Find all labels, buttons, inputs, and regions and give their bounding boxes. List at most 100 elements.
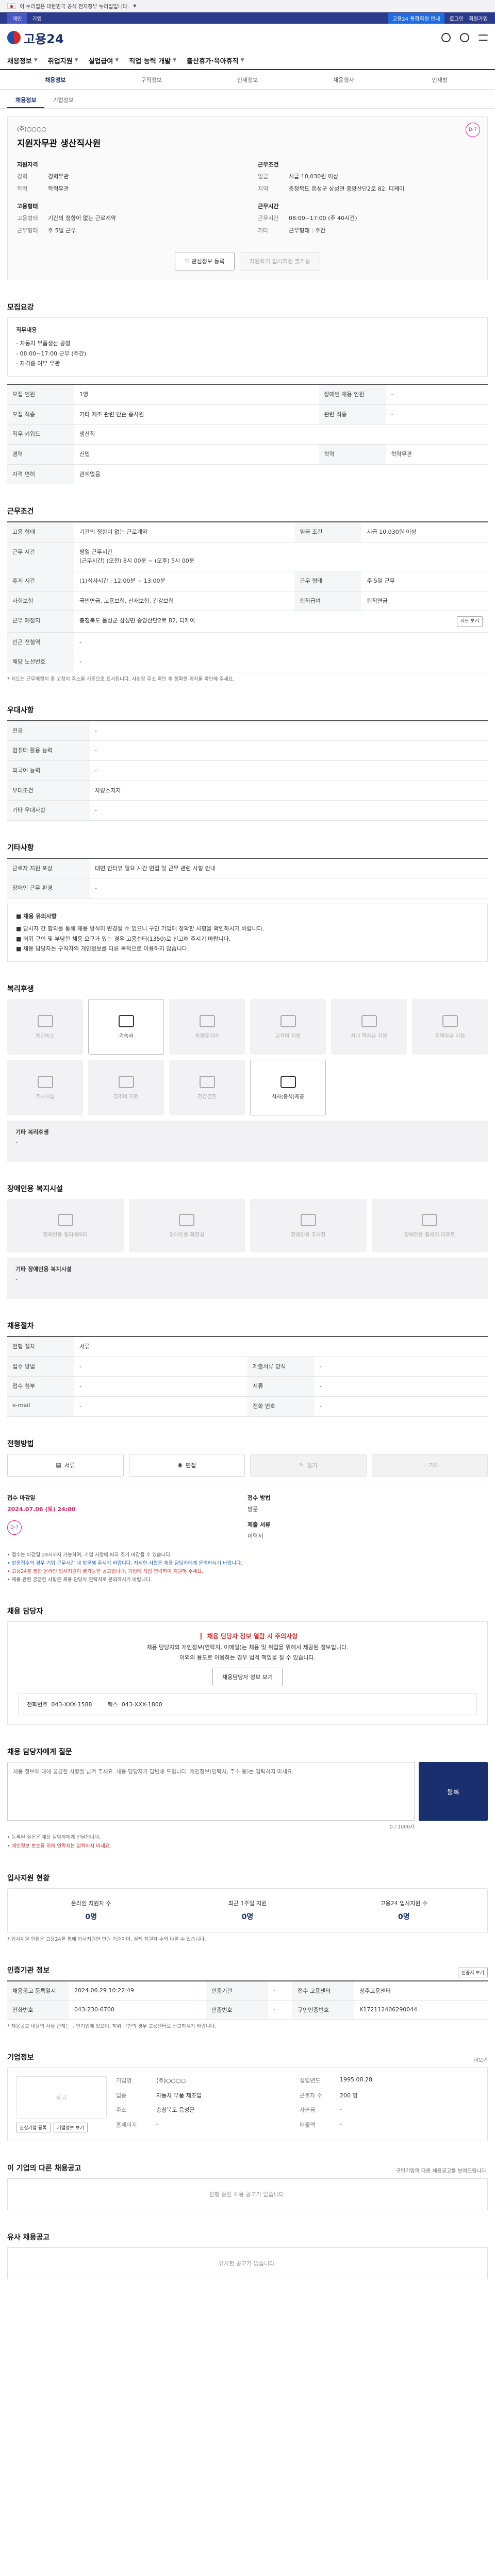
- empty-state: 진행 중인 채용 공고가 없습니다.: [7, 2178, 488, 2210]
- subnav-item-events[interactable]: 채용행사: [295, 76, 391, 84]
- status-item: 온라인 지원자 수 0명: [71, 1900, 111, 1921]
- apply-method-written: ✎ 필기: [250, 1453, 367, 1477]
- parking-icon: [300, 1213, 316, 1226]
- hours-extra-value: 근무형태 : 주간: [289, 227, 326, 234]
- auth-section: 인증기관 정보 인증서 보기 채용공고 등록일시 2024.06.29 10:22:…: [7, 1965, 488, 2030]
- dday-badge: D-7: [466, 123, 480, 137]
- job-title: 지원자무관 생산직사원: [17, 139, 101, 149]
- subnav-item-talent-room[interactable]: 인재방: [392, 76, 488, 84]
- global-nav: 채용정보 ▼ 취업지원 ▼ 실업급여 ▼ 직업 능력 개발 ▼ 출산휴가·육아휴직 ▼: [0, 52, 495, 70]
- wage-value: 시급 10,030원 이상: [289, 173, 339, 180]
- view-contact-button[interactable]: 채용담당자 정보 보기: [212, 1668, 283, 1687]
- tab-company-info[interactable]: 기업정보: [44, 93, 81, 108]
- table-row: 전공 -: [7, 720, 488, 741]
- qualifications-block: 지원자격 경력 경력무관 학력 학력무관: [17, 160, 237, 197]
- integrated-member-link[interactable]: 고용24 통합회원 안내: [388, 12, 444, 24]
- gnb-item-jobs[interactable]: 채용정보 ▼: [7, 56, 48, 65]
- taegukgi-flag-icon: [7, 3, 15, 9]
- detail-tabs: 채용정보 기업정보: [0, 90, 495, 109]
- process-section: 채용절차 전형 절차 서류 접수 방법 - 제출서류 양식 - 접수 첨부 - 서류 - e-…: [7, 1320, 488, 1417]
- benefits-table: 전공 - 컴퓨터 활용 능력 - 외국어 능력 - 우대조건 차량소지자 기타 우대사항…: [7, 720, 488, 821]
- welfare-item-parking: 주차시설: [7, 1060, 83, 1116]
- section-title: 채용절차: [7, 1322, 34, 1331]
- deadline-value: 2024.07.06 (토) 24:00: [7, 1505, 76, 1513]
- sub-nav: 채용정보 구직정보 인재정보 채용행사 인재방: [0, 70, 495, 90]
- section-title: 장애인용 복지시설: [7, 1185, 63, 1194]
- table-row: 인근 전철역 -: [7, 632, 488, 653]
- gov-banner-text: 이 누리집은 대한민국 공식 전자정부 누리집입니다.: [20, 4, 129, 10]
- car-icon: [199, 1014, 215, 1027]
- employment-block: 고용형태 고용형태 기간의 정함이 없는 근로계약 근무형태 주 5일 근무: [17, 202, 237, 239]
- subnav-item-job-info[interactable]: 채용정보: [7, 76, 103, 84]
- location-value: 충청북도 음성군 삼성면 중앙산단2로 82, 디케이: [289, 185, 405, 192]
- char-counter: 0 / 1000자: [389, 1824, 415, 1831]
- section-title: 입사지원 현황: [7, 1874, 50, 1883]
- apply-method-interview: ◉ 면접: [128, 1453, 245, 1477]
- meal-icon: [280, 1075, 296, 1088]
- welfare-section: 복리후생 통근버스 기숙사 차량유지비 교육비 지원 자녀 학자금 지원 주택자…: [7, 984, 488, 1162]
- section-title: 인증기관 정보: [7, 1966, 50, 1975]
- gnb-item-employment-support[interactable]: 취업지원 ▼: [48, 56, 89, 65]
- apply-method-document: ▤ 서류: [7, 1453, 124, 1477]
- welfare-item-house: 주택자금 지원: [412, 999, 488, 1055]
- tab-job-info[interactable]: 채용정보: [7, 93, 45, 108]
- section-title: 우대사항: [7, 706, 34, 715]
- status-section: 입사지원 현황 온라인 지원자 수 0명 최근 1주일 지원 0명 고용24 입사지…: [7, 1873, 488, 1943]
- section-title: 복리후생: [7, 985, 34, 994]
- subnav-item-talent-info[interactable]: 인재정보: [200, 76, 295, 84]
- table-row: 휴게 시간 (1)식사시간 : 12:00분 ~ 13:00분 근무 형태 주 5일 …: [7, 571, 488, 591]
- site-logo[interactable]: 고용24: [7, 29, 64, 47]
- gnb-item-parental-leave[interactable]: 출산휴가·육아휴직 ▼: [187, 56, 255, 65]
- login-link[interactable]: 로그인: [450, 14, 464, 22]
- tab-company[interactable]: 기업: [32, 14, 41, 22]
- pencil-icon: ✎: [299, 1462, 304, 1469]
- tab-personal[interactable]: 개인: [7, 12, 27, 24]
- status-box: 온라인 지원자 수 0명 최근 1주일 지원 0명 고용24 입사지원 수 0명: [7, 1888, 488, 1933]
- table-row: 전형 절차 서류: [7, 1336, 488, 1357]
- welfare-item-health: 건강검진: [169, 1060, 245, 1116]
- section-title: 이 기업의 다른 채용공고: [7, 2164, 81, 2173]
- more-icon: ⋯: [420, 1462, 426, 1469]
- question-input[interactable]: [7, 1762, 415, 1821]
- map-view-button[interactable]: 지도 보기: [457, 616, 483, 627]
- facility-item-elevator: 장애인용 엘리베이터: [7, 1199, 124, 1253]
- menu-icon[interactable]: [478, 35, 488, 41]
- signup-link[interactable]: 회원가입: [469, 14, 488, 22]
- subnav-item-seeker-info[interactable]: 구직정보: [103, 76, 199, 84]
- table-row: 자격 면허 관계없음: [7, 464, 488, 485]
- company-name: (주)○○○○: [17, 126, 47, 132]
- save-interest-button[interactable]: ♡ 관심정보 등록: [175, 252, 235, 270]
- method-value: 방문: [248, 1505, 258, 1513]
- question-submit-button[interactable]: 등록: [419, 1762, 488, 1821]
- apply-button[interactable]: 지원하기 입사지원 불가능: [239, 252, 320, 270]
- apply-method-other: ⋯ 기타: [371, 1453, 488, 1477]
- chevron-down-icon: ▼: [74, 58, 78, 63]
- employment-type-value: 기간의 정함이 없는 근로계약: [48, 215, 116, 222]
- interest-company-button[interactable]: 관심기업 등록: [16, 2122, 51, 2132]
- more-link[interactable]: 더보기: [473, 2056, 488, 2063]
- table-row: 기타 우대사항 -: [7, 800, 488, 821]
- elevator-icon: [57, 1213, 73, 1226]
- table-row: 근무 예정지 충청북도 음성군 삼성면 중앙산단2로 82, 디케이 지도 보기: [7, 611, 488, 633]
- hours-block: 근무시간 근무시간 08:00~17:00 (주 40시간) 기타 근무형태 : 주…: [258, 202, 478, 239]
- user-icon[interactable]: [460, 33, 469, 42]
- section-title: 기타사항: [7, 843, 34, 852]
- gov-banner[interactable]: 이 누리집은 대한민국 공식 전자정부 누리집입니다. ▼: [0, 0, 495, 12]
- search-icon[interactable]: [441, 33, 451, 42]
- job-description-box: 직무내용 - 자동차 부품생산 공정 - 08:00~17:00 근무 (주간)…: [7, 317, 488, 377]
- table-row: 컴퓨터 활용 능력 -: [7, 740, 488, 761]
- chevron-down-icon: ▼: [115, 58, 119, 63]
- table-row: 직무 키워드 생산직: [7, 424, 488, 445]
- alert-icon: ❗: [197, 1633, 205, 1640]
- company-info-button[interactable]: 기업정보 보기: [53, 2122, 88, 2132]
- chevron-down-icon: ▼: [133, 4, 137, 8]
- table-row: 접수 첨부 - 서류 -: [7, 1376, 488, 1397]
- gnb-item-vocational-training[interactable]: 직업 능력 개발 ▼: [129, 56, 187, 65]
- gnb-item-unemployment-benefits[interactable]: 실업급여 ▼: [89, 56, 129, 65]
- certificate-button[interactable]: 인증서 보기: [457, 1968, 488, 1978]
- question-section: 채용 담당자에게 질문 등록 0 / 1000자 • 등록된 질문은 채용 담당…: [7, 1747, 488, 1851]
- extra-section: 기타사항 근로자 지원 포상 대면 인터뷰 필요 시간 면접 및 근무 관련 사항…: [7, 842, 488, 962]
- scholarship-icon: [361, 1014, 377, 1027]
- table-row: 고용 형태 기간의 정함이 없는 근로계약 임금 조건 시급 10,030원 이상: [7, 522, 488, 543]
- welfare-item-scholarship: 자녀 학자금 지원: [331, 999, 407, 1055]
